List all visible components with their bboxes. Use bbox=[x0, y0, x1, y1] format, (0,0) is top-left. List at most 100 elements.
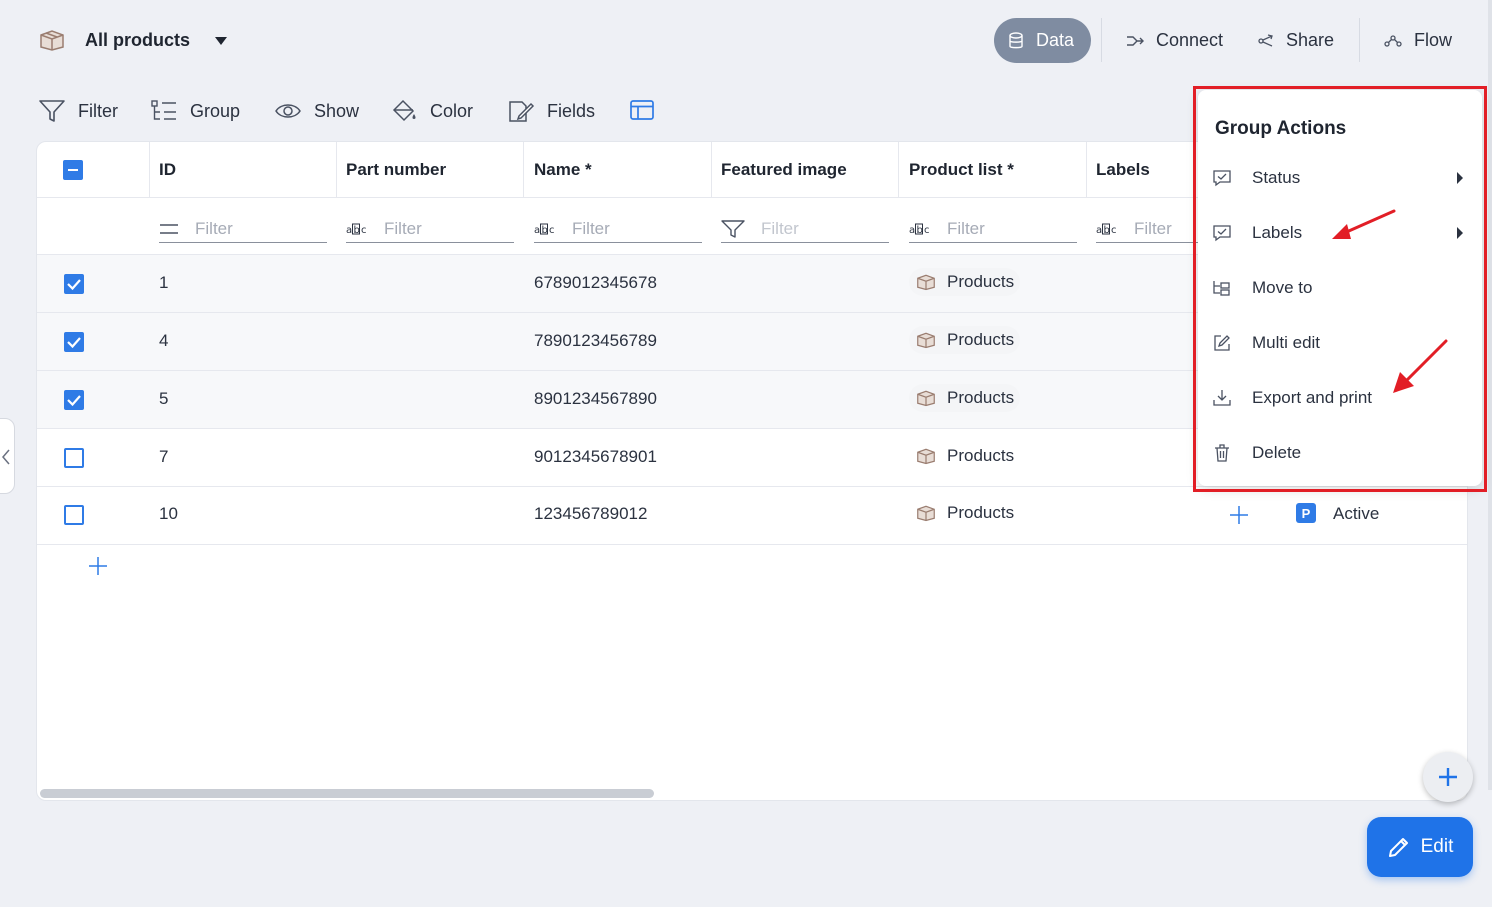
share-icon bbox=[1258, 33, 1274, 48]
svg-text:b: b bbox=[542, 225, 548, 235]
fields-button[interactable]: Fields bbox=[507, 96, 595, 126]
text-type-icon: abc bbox=[909, 223, 931, 235]
cell-name: 9012345678901 bbox=[534, 447, 657, 466]
filter-featured-image[interactable]: Filter bbox=[721, 216, 889, 243]
svg-text:c: c bbox=[549, 225, 555, 235]
add-label-icon[interactable] bbox=[1229, 505, 1249, 525]
filter-label: Filter bbox=[78, 100, 118, 121]
text-type-icon: abc bbox=[1096, 223, 1118, 235]
annotation-arrow-icon bbox=[1389, 338, 1451, 396]
annotation-arrow-icon bbox=[1328, 208, 1398, 244]
connect-label: Connect bbox=[1156, 30, 1224, 50]
svg-text:b: b bbox=[1104, 225, 1110, 235]
minus-icon bbox=[68, 169, 78, 171]
product-list-pill[interactable]: Products bbox=[909, 442, 1020, 470]
color-label: Color bbox=[430, 100, 474, 121]
col-header-part-number[interactable]: Part number bbox=[336, 142, 524, 198]
share-button[interactable]: Share bbox=[1258, 18, 1334, 63]
cell-id: 10 bbox=[159, 504, 178, 523]
products-box-icon bbox=[915, 447, 937, 465]
chevron-down-icon[interactable] bbox=[214, 36, 228, 46]
col-header-featured-image[interactable]: Featured image bbox=[711, 142, 899, 198]
select-all-cell bbox=[37, 142, 150, 198]
svg-text:a: a bbox=[534, 225, 540, 235]
text-type-icon: abc bbox=[534, 223, 556, 235]
filter-placeholder: Filter bbox=[761, 219, 799, 238]
funnel-icon bbox=[38, 98, 66, 124]
col-header-product-list[interactable]: Product list * bbox=[899, 142, 1087, 198]
connect-button[interactable]: Connect bbox=[1126, 18, 1223, 63]
cell-id: 5 bbox=[159, 389, 169, 408]
edit-button[interactable]: Edit bbox=[1367, 817, 1473, 877]
header-divider bbox=[1359, 18, 1360, 62]
side-panel-toggle[interactable] bbox=[0, 418, 15, 494]
col-header-name[interactable]: Name * bbox=[524, 142, 712, 198]
svg-text:c: c bbox=[1111, 225, 1117, 235]
cell-name: 8901234567890 bbox=[534, 389, 657, 408]
add-fab-button[interactable] bbox=[1423, 752, 1473, 802]
group-button[interactable]: Group bbox=[150, 96, 240, 126]
view-title[interactable]: All products bbox=[85, 30, 190, 51]
horizontal-scrollbar[interactable] bbox=[40, 789, 654, 798]
product-list-pill[interactable]: Products bbox=[909, 268, 1021, 296]
product-list-pill[interactable]: Products bbox=[909, 326, 1021, 354]
products-box-icon bbox=[915, 331, 937, 349]
equals-icon bbox=[159, 223, 179, 235]
flow-label: Flow bbox=[1414, 30, 1453, 50]
svg-text:a: a bbox=[1096, 225, 1102, 235]
layout-icon[interactable] bbox=[629, 99, 655, 121]
database-icon bbox=[1008, 31, 1024, 50]
svg-text:a: a bbox=[909, 225, 915, 235]
flow-button[interactable]: Flow bbox=[1384, 18, 1452, 63]
filter-placeholder: Filter bbox=[384, 219, 422, 238]
filter-placeholder: Filter bbox=[195, 219, 233, 238]
connect-icon bbox=[1126, 34, 1144, 48]
flow-icon bbox=[1384, 34, 1402, 48]
row-checkbox[interactable] bbox=[64, 274, 84, 294]
funnel-icon bbox=[721, 219, 745, 239]
row-checkbox[interactable] bbox=[64, 390, 84, 410]
product-list-pill[interactable]: Products bbox=[909, 499, 1020, 527]
status-p-icon: P bbox=[1296, 503, 1316, 523]
row-checkbox[interactable] bbox=[64, 505, 84, 525]
table-row[interactable]: 10 123456789012 Products P Active bbox=[37, 487, 1467, 545]
select-all-checkbox[interactable] bbox=[63, 160, 83, 180]
product-list-label: Products bbox=[947, 272, 1015, 291]
product-list-label: Products bbox=[947, 446, 1015, 465]
cell-name: 7890123456789 bbox=[534, 331, 657, 350]
product-list-label: Products bbox=[947, 503, 1015, 522]
show-label: Show bbox=[314, 100, 360, 121]
cell-id: 1 bbox=[159, 273, 169, 292]
filter-part-number[interactable]: abc Filter bbox=[346, 216, 514, 243]
filter-name[interactable]: abc Filter bbox=[534, 216, 702, 243]
cell-id: 7 bbox=[159, 447, 169, 466]
filter-placeholder: Filter bbox=[1134, 219, 1172, 238]
add-row-icon[interactable] bbox=[88, 556, 108, 576]
svg-text:c: c bbox=[924, 225, 930, 235]
filter-id[interactable]: Filter bbox=[159, 216, 327, 243]
header-divider bbox=[1101, 18, 1102, 62]
products-box-icon bbox=[915, 504, 937, 522]
color-button[interactable]: Color bbox=[390, 96, 473, 126]
text-type-icon: abc bbox=[346, 223, 368, 235]
chevron-left-icon bbox=[1, 449, 11, 465]
products-box-icon bbox=[915, 389, 937, 407]
product-list-label: Products bbox=[947, 388, 1015, 407]
eye-icon bbox=[274, 101, 302, 121]
row-checkbox[interactable] bbox=[64, 332, 84, 352]
status-badge: Active bbox=[1333, 504, 1380, 523]
col-header-id[interactable]: ID bbox=[149, 142, 337, 198]
filter-product-list[interactable]: abc Filter bbox=[909, 216, 1077, 243]
fields-label: Fields bbox=[547, 100, 596, 121]
paint-bucket-icon bbox=[390, 98, 418, 124]
row-checkbox[interactable] bbox=[64, 448, 84, 468]
filter-button[interactable]: Filter bbox=[38, 96, 118, 126]
fields-edit-icon bbox=[507, 98, 535, 124]
vertical-scrollbar[interactable] bbox=[1488, 0, 1492, 790]
cell-name: 123456789012 bbox=[534, 504, 648, 523]
svg-text:a: a bbox=[346, 225, 352, 235]
show-button[interactable]: Show bbox=[274, 96, 359, 126]
edit-label: Edit bbox=[1420, 836, 1454, 857]
data-button[interactable]: Data bbox=[994, 18, 1091, 63]
product-list-pill[interactable]: Products bbox=[909, 384, 1021, 412]
